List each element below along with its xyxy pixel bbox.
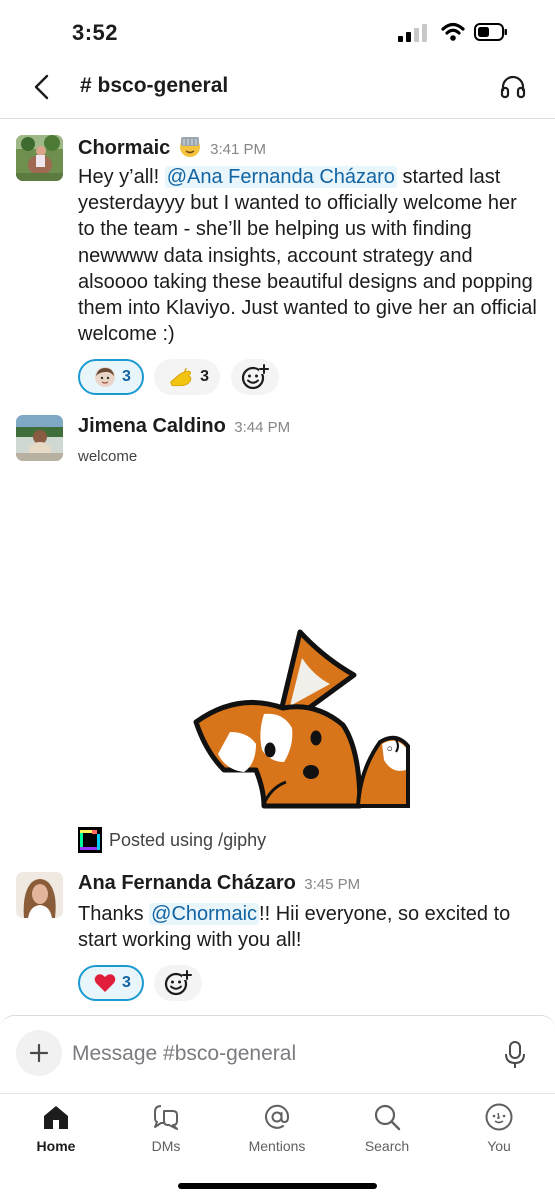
reaction-count: 3 <box>122 974 131 991</box>
giphy-text: Posted using /giphy <box>109 829 267 850</box>
reaction-pill[interactable]: 3 <box>78 359 144 395</box>
message-time: 3:44 PM <box>234 419 291 436</box>
giphy-logo-icon <box>78 827 102 853</box>
message-item: Chormaic 3:41 PM Hey y’all! @Ana Fernand… <box>0 135 555 400</box>
attach-plus-button[interactable] <box>16 1030 62 1076</box>
you-icon <box>485 1103 513 1131</box>
hand-emoji-icon <box>170 368 192 387</box>
user-mention[interactable]: @Chormaic <box>149 903 260 925</box>
giphy-attribution: Posted using /giphy <box>78 827 266 853</box>
signal-icon <box>398 24 430 42</box>
dms-icon <box>154 1105 178 1130</box>
mentions-icon <box>265 1104 290 1129</box>
status-emoji-icon <box>179 137 200 157</box>
message-text: welcome <box>78 448 138 465</box>
author-name[interactable]: Jimena Caldino <box>78 415 226 437</box>
message-header: Jimena Caldino 3:44 PM <box>78 415 290 438</box>
add-reaction-button[interactable] <box>154 965 202 1001</box>
status-time: 3:52 <box>72 20 119 45</box>
status-bar: 3:52 <box>0 0 555 64</box>
tab-mentions[interactable]: Mentions <box>232 1102 322 1162</box>
add-emoji-icon <box>241 364 269 390</box>
message-time: 3:45 PM <box>304 876 361 893</box>
microphone-icon[interactable] <box>504 1041 526 1069</box>
headphones-icon[interactable] <box>500 75 526 99</box>
avatar[interactable] <box>16 872 63 918</box>
add-emoji-icon <box>164 970 192 996</box>
search-icon <box>374 1104 401 1131</box>
tab-you[interactable]: You <box>454 1102 544 1162</box>
tab-home[interactable]: Home <box>11 1102 101 1162</box>
user-mention[interactable]: @Ana Fernanda Cházaro <box>164 166 397 188</box>
heart-emoji-icon <box>94 974 116 992</box>
tab-search[interactable]: Search <box>342 1102 432 1162</box>
message-input[interactable] <box>72 1038 472 1070</box>
add-reaction-button[interactable] <box>231 359 279 395</box>
tab-dms[interactable]: DMs <box>121 1102 211 1162</box>
battery-icon <box>474 23 507 41</box>
home-indicator[interactable] <box>178 1183 377 1189</box>
channel-header: # bsco-general <box>0 64 555 119</box>
reaction-pill[interactable]: 3 <box>78 965 144 1001</box>
channel-title[interactable]: # bsco-general <box>80 74 228 98</box>
wifi-icon <box>441 22 465 41</box>
message-text: Hey y’all! @Ana Fernanda Cházaro started… <box>78 166 537 346</box>
message-composer <box>0 1015 555 1093</box>
reaction-pill[interactable]: 3 <box>154 359 220 395</box>
svg-text:၀: ၀ <box>387 743 393 754</box>
plus-icon <box>29 1043 49 1063</box>
avatar-emoji-icon <box>95 367 115 387</box>
home-icon <box>44 1106 68 1129</box>
gif-image[interactable]: ၀ <box>78 470 538 810</box>
reaction-count: 3 <box>200 368 209 385</box>
reaction-count: 3 <box>122 368 131 385</box>
avatar[interactable] <box>16 415 63 461</box>
message-text: Thanks @Chormaic!! Hii everyone, so exci… <box>78 903 511 952</box>
message-time: 3:41 PM <box>210 141 267 158</box>
back-icon[interactable] <box>30 74 54 100</box>
message-item: Ana Fernanda Cházaro 3:45 PM Thanks @Cho… <box>0 872 555 1007</box>
author-name[interactable]: Ana Fernanda Cházaro <box>78 872 296 894</box>
message-header: Ana Fernanda Cházaro 3:45 PM <box>78 872 360 895</box>
message-header: Chormaic 3:41 PM <box>78 135 266 160</box>
avatar[interactable] <box>16 135 63 181</box>
author-name[interactable]: Chormaic <box>78 137 170 159</box>
